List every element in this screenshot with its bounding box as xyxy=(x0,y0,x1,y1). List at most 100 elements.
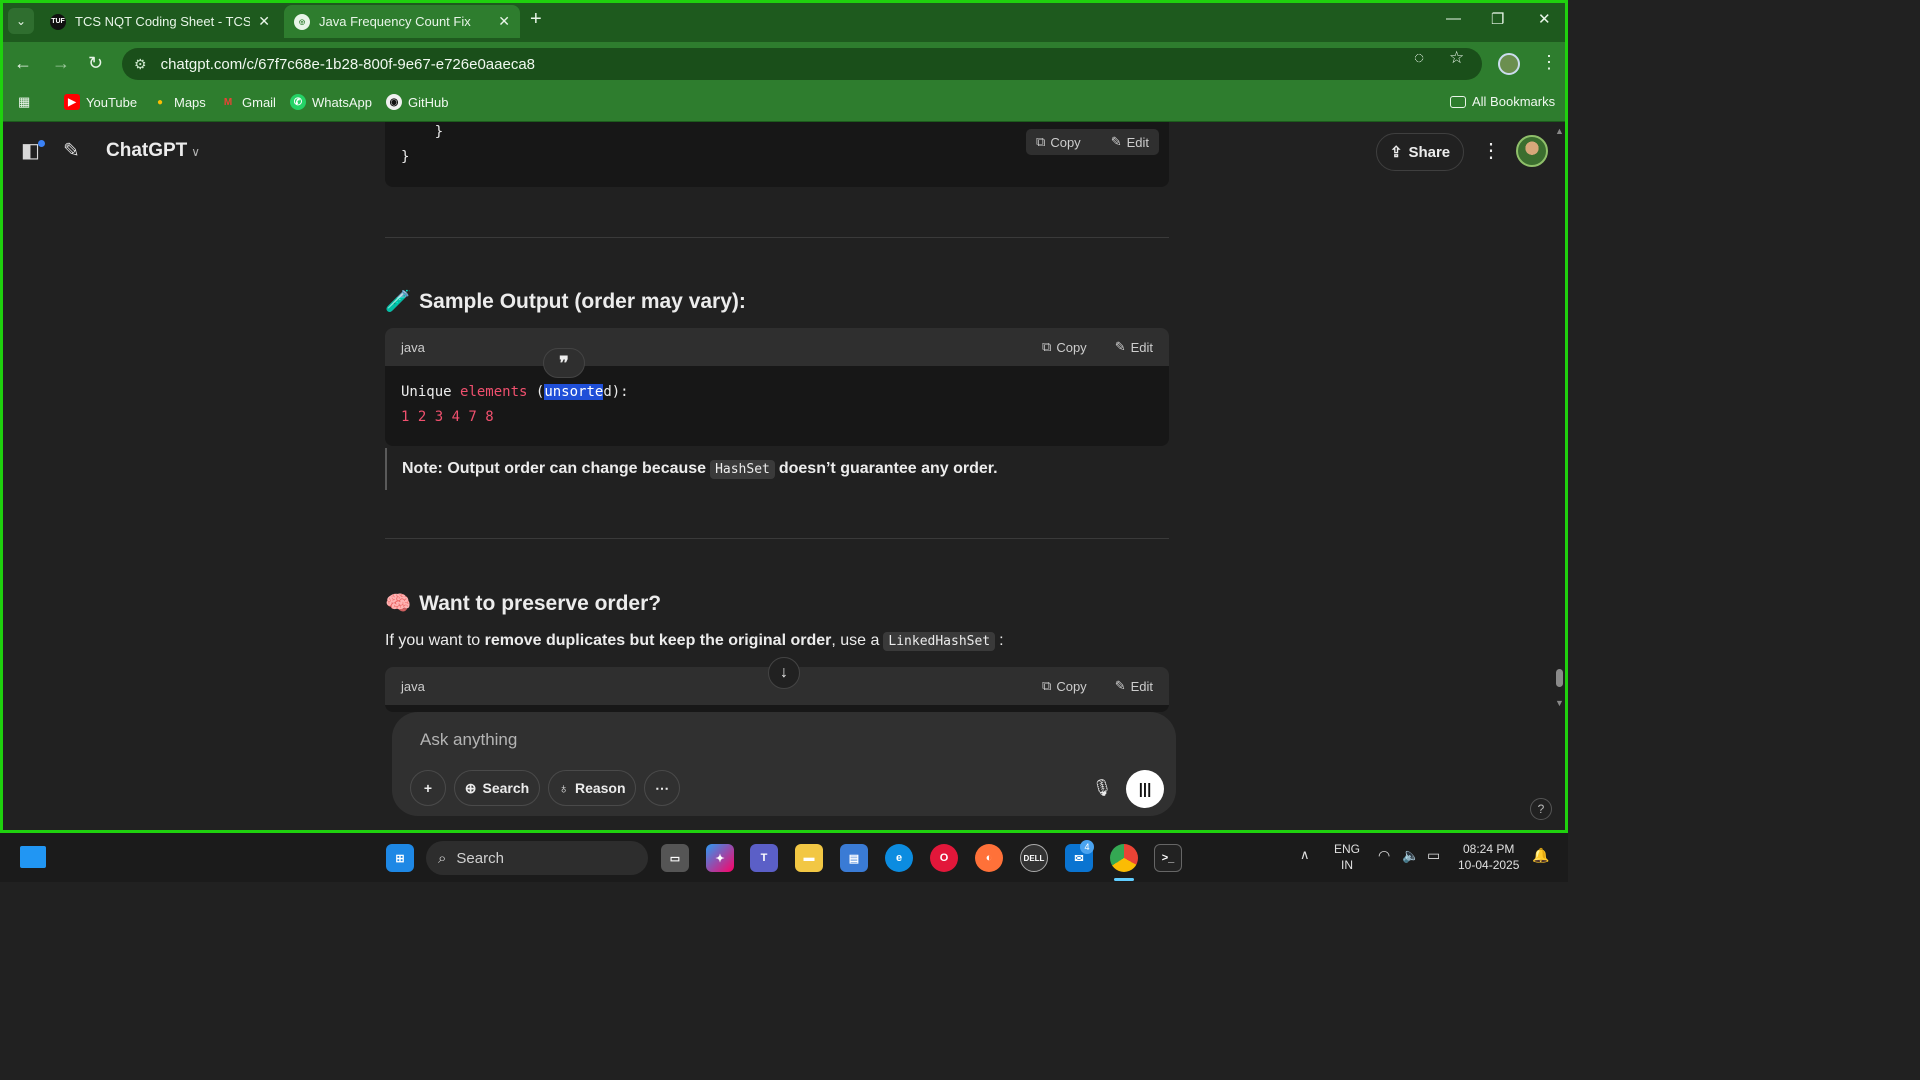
chrome-icon[interactable] xyxy=(1110,844,1138,872)
quote-selection-button[interactable]: ❞ xyxy=(543,348,585,378)
reload-icon[interactable]: ↻ xyxy=(88,53,103,74)
lightbulb-icon: ♁ xyxy=(558,780,569,796)
inline-code: HashSet xyxy=(710,459,775,479)
voice-mode-button[interactable]: ||| xyxy=(1126,770,1164,808)
tab-title: Java Frequency Count Fix xyxy=(319,14,471,29)
wifi-icon[interactable]: ◠ xyxy=(1378,847,1390,863)
code-block-top: } } ⧉ Copy ✎ Edit xyxy=(385,122,1169,187)
model-selector[interactable]: ChatGPT ∨ xyxy=(106,140,200,162)
bookmark-star-icon[interactable]: ☆ xyxy=(1449,48,1464,68)
profile-avatar[interactable] xyxy=(1498,53,1520,75)
sidebar-toggle-icon[interactable]: ◧ xyxy=(21,138,40,163)
dell-icon[interactable]: DELL xyxy=(1020,844,1048,872)
new-tab-icon[interactable]: + xyxy=(530,8,542,31)
prompt-input[interactable]: Ask anything xyxy=(420,730,517,750)
copilot-icon[interactable]: ✦ xyxy=(706,844,734,872)
minimize-icon[interactable]: — xyxy=(1446,10,1461,27)
notification-dot xyxy=(38,140,45,147)
firefox-icon[interactable]: ◐ xyxy=(975,844,1003,872)
reason-button[interactable]: ♁ Reason xyxy=(548,770,636,806)
task-view-icon[interactable]: ▭ xyxy=(661,844,689,872)
close-tab-icon[interactable]: ✕ xyxy=(498,13,510,30)
store-icon[interactable]: ▤ xyxy=(840,844,868,872)
composer[interactable]: Ask anything + ⊕ Search ♁ Reason ⋯ 🎙 ||| xyxy=(392,712,1176,816)
bookmark-label: Maps xyxy=(174,94,206,110)
widgets-icon[interactable] xyxy=(20,846,46,868)
start-icon[interactable]: ⊞ xyxy=(386,844,414,872)
site-info-icon[interactable]: ⚙ xyxy=(134,56,147,73)
bookmark-whatsapp[interactable]: ✆ WhatsApp xyxy=(290,94,372,110)
edit-code-button[interactable]: ✎ Edit xyxy=(1111,134,1149,150)
edge-icon[interactable]: e xyxy=(885,844,913,872)
edit-code-button[interactable]: ✎ Edit xyxy=(1115,678,1153,694)
copy-icon: ⧉ xyxy=(1042,678,1052,693)
bookmark-youtube[interactable]: ▶ YouTube xyxy=(64,94,137,110)
teams-icon[interactable]: T xyxy=(750,844,778,872)
edit-icon: ✎ xyxy=(1110,134,1122,149)
back-icon[interactable]: ← xyxy=(14,53,32,74)
scrollbar[interactable]: ▲ ▼ xyxy=(1555,126,1564,826)
copy-label: Copy xyxy=(1050,134,1081,150)
tab-search-button[interactable]: ⌄ xyxy=(8,8,34,34)
all-bookmarks[interactable]: All Bookmarks xyxy=(1450,94,1555,109)
user-avatar[interactable] xyxy=(1516,135,1548,167)
copy-label: Copy xyxy=(1056,678,1087,694)
opera-icon[interactable]: O xyxy=(930,844,958,872)
conversation-options-icon[interactable]: ⋮ xyxy=(1481,138,1501,163)
battery-icon[interactable]: ▭ xyxy=(1427,847,1440,863)
chatgpt-favicon-icon: ◎ xyxy=(294,13,310,30)
bookmark-label: All Bookmarks xyxy=(1472,94,1556,109)
copy-code-button[interactable]: ⧉ Copy xyxy=(1042,678,1087,694)
selected-text: unsorte xyxy=(544,384,604,400)
tab-tcs-nqt[interactable]: TUF TCS NQT Coding Sheet - TCS Co ✕ xyxy=(40,5,280,38)
github-icon: ◉ xyxy=(386,94,402,110)
language-indicator[interactable]: ENG IN xyxy=(1334,841,1360,873)
notifications-icon[interactable]: 🔔 xyxy=(1532,847,1549,863)
terminal-icon[interactable]: >_ xyxy=(1154,844,1182,872)
tuf-favicon-icon: TUF xyxy=(50,13,66,30)
note-text: Note: Output order can change because xyxy=(402,460,707,477)
search-button[interactable]: ⊕ Search xyxy=(454,770,540,806)
bookmark-label: GitHub xyxy=(408,94,449,110)
close-window-icon[interactable]: ✕ xyxy=(1538,10,1551,28)
forward-icon[interactable]: → xyxy=(52,53,70,74)
ellipsis-icon: ⋯ xyxy=(655,779,669,796)
more-tools-button[interactable]: ⋯ xyxy=(644,770,680,806)
bookmark-gmail[interactable]: M Gmail xyxy=(220,94,276,110)
volume-icon[interactable]: 🔈 xyxy=(1402,847,1419,863)
apps-grid-icon[interactable]: ▦ xyxy=(18,94,30,110)
clock[interactable]: 08:24 PM 10-04-2025 xyxy=(1458,841,1519,873)
brain-icon: 🧠 xyxy=(385,592,412,615)
new-chat-icon[interactable]: ✎ xyxy=(63,138,80,163)
tray-overflow-icon[interactable]: ∧ xyxy=(1300,847,1310,863)
tab-title: TCS NQT Coding Sheet - TCS Co xyxy=(75,14,251,29)
edit-code-button[interactable]: ✎ Edit xyxy=(1115,339,1153,355)
scroll-up-icon[interactable]: ▲ xyxy=(1555,126,1564,136)
bookmark-github[interactable]: ◉ GitHub xyxy=(386,94,448,110)
heading-text: Sample Output (order may vary): xyxy=(419,290,746,313)
bookmark-maps[interactable]: ● Maps xyxy=(152,94,206,110)
notification-badge: 4 xyxy=(1080,840,1094,854)
code-header: java ⧉ Copy ✎ Edit xyxy=(385,328,1169,366)
close-tab-icon[interactable]: ✕ xyxy=(258,13,270,30)
file-explorer-icon[interactable]: ▬ xyxy=(795,844,823,872)
arrow-down-icon: ↓ xyxy=(780,664,788,681)
share-button[interactable]: ⇪ Share xyxy=(1376,133,1464,171)
copy-code-button[interactable]: ⧉ Copy xyxy=(1042,339,1087,355)
date-label: 10-04-2025 xyxy=(1458,858,1520,872)
taskbar-search-label: Search xyxy=(456,849,504,867)
scrollbar-thumb[interactable] xyxy=(1556,669,1563,687)
scroll-to-bottom-button[interactable]: ↓ xyxy=(768,657,800,689)
tab-java-frequency[interactable]: ◎ Java Frequency Count Fix ✕ xyxy=(284,5,520,38)
tracking-protection-icon[interactable]: ◌ xyxy=(1414,48,1424,68)
dictate-button[interactable]: 🎙 xyxy=(1084,770,1120,806)
help-button[interactable]: ? xyxy=(1530,798,1552,820)
copy-code-button[interactable]: ⧉ Copy xyxy=(1036,134,1081,150)
restore-icon[interactable]: ❐ xyxy=(1491,10,1504,28)
taskbar-search[interactable]: ⌕ Search xyxy=(426,841,648,875)
browser-menu-icon[interactable]: ⋮ xyxy=(1540,52,1558,73)
url-text: chatgpt.com/c/67f7c68e-1b28-800f-9e67-e7… xyxy=(160,55,536,73)
scroll-down-icon[interactable]: ▼ xyxy=(1555,698,1564,708)
address-bar[interactable]: ⚙ chatgpt.com/c/67f7c68e-1b28-800f-9e67-… xyxy=(122,48,1482,80)
attach-button[interactable]: + xyxy=(410,770,446,806)
